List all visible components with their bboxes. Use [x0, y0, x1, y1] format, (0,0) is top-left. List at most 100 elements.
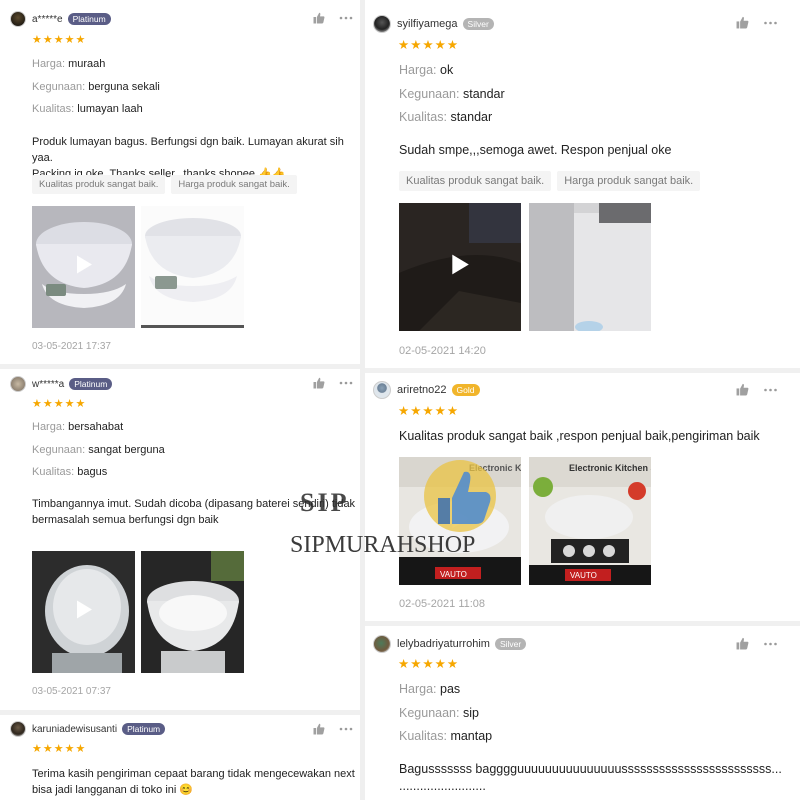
comment-line: Terima kasih pengiriman cepaat barang ti…	[32, 768, 355, 780]
attr-kegunaan: Kegunaan: standar	[399, 87, 505, 101]
star-rating: ★★★★★	[32, 743, 87, 755]
attr-label: Harga:	[32, 58, 66, 70]
username[interactable]: w*****a	[32, 379, 64, 390]
photo-thumbnail[interactable]	[529, 203, 651, 331]
package-photo	[529, 203, 651, 331]
video-thumbnail[interactable]	[32, 206, 135, 328]
attr-label: Kualitas:	[399, 729, 447, 743]
attr-label: Kualitas:	[399, 110, 447, 124]
left-review-column: a*****e Platinum ★★★★★ Harga: muraah Keg…	[0, 0, 360, 800]
review-date: 02-05-2021 14:20	[399, 345, 486, 357]
more-options-icon[interactable]	[339, 727, 353, 731]
avatar[interactable]	[373, 381, 391, 399]
product-box-photo: Electronic Kitchen Scale VAUTO	[529, 457, 651, 585]
attr-kualitas: Kualitas: bagus	[32, 466, 107, 478]
video-thumbnail[interactable]	[32, 551, 135, 673]
membership-badge: Platinum	[69, 377, 113, 391]
username[interactable]: a*****e	[32, 14, 63, 25]
avatar[interactable]	[373, 635, 391, 653]
video-thumbnail[interactable]	[399, 203, 521, 331]
more-options-icon[interactable]	[339, 381, 353, 385]
avatar[interactable]	[10, 11, 26, 27]
play-icon[interactable]	[450, 254, 470, 281]
attr-value: sip	[462, 706, 479, 720]
photo-thumbnail[interactable]: Electronic Kitchen Scale VAUTO	[529, 457, 651, 585]
attr-harga: Harga: ok	[399, 63, 453, 77]
video-thumbnail[interactable]: Electronic Kitchen Scale VAUTO	[399, 457, 521, 585]
tag-chip[interactable]: Harga produk sangat baik.	[171, 175, 297, 194]
play-icon[interactable]	[75, 255, 93, 280]
play-icon[interactable]	[450, 508, 470, 535]
attr-label: Kegunaan:	[399, 87, 460, 101]
avatar[interactable]	[10, 376, 26, 392]
review-header: syilfiyamega Silver	[373, 15, 494, 33]
comment-line: Produk lumayan bagus. Berfungsi dgn baik…	[32, 136, 344, 164]
attr-value: mantap	[450, 729, 493, 743]
membership-badge: Platinum	[67, 12, 111, 26]
attr-value: lumayan laah	[77, 103, 143, 115]
avatar[interactable]	[373, 15, 391, 33]
review-header: lelybadriyaturrohim Silver	[373, 635, 527, 653]
more-options-icon[interactable]	[763, 21, 778, 25]
more-options-icon[interactable]	[763, 388, 778, 392]
review-comment: Sudah smpe,,,semoga awet. Respon penjual…	[399, 143, 672, 157]
attr-kualitas: Kualitas: lumayan laah	[32, 103, 143, 115]
attr-label: Kualitas:	[32, 103, 75, 115]
attr-kegunaan: Kegunaan: sangat berguna	[32, 444, 165, 456]
scale-photo	[141, 206, 244, 325]
review-tags: Kualitas produk sangat baik. Harga produ…	[32, 175, 297, 194]
review-header: karuniadewisusanti Platinum	[10, 721, 166, 737]
thumbs-up-icon[interactable]	[313, 12, 325, 24]
membership-badge: Platinum	[122, 722, 166, 736]
more-options-icon[interactable]	[763, 642, 778, 646]
comment-line: Timbangannya imut. Sudah dicoba (dipasan…	[32, 498, 356, 510]
review-media: Electronic Kitchen Scale VAUTO Electroni…	[399, 457, 651, 585]
thumbs-up-icon[interactable]	[736, 16, 749, 29]
attr-value: bersahabat	[68, 421, 124, 433]
attr-label: Harga:	[32, 421, 66, 433]
review-header: ariretno22 Gold	[373, 381, 480, 399]
username[interactable]: ariretno22	[397, 384, 447, 396]
attr-harga: Harga: muraah	[32, 58, 105, 70]
username[interactable]: syilfiyamega	[397, 18, 458, 30]
attr-value: muraah	[68, 58, 106, 70]
thumbs-up-icon[interactable]	[313, 377, 325, 389]
review-actions	[313, 723, 353, 735]
photo-thumbnail[interactable]	[141, 206, 244, 328]
review-comment: Kualitas produk sangat baik ,respon penj…	[399, 429, 760, 443]
review-actions	[736, 16, 778, 29]
thumbs-up-icon[interactable]	[313, 723, 325, 735]
tag-chip[interactable]: Kualitas produk sangat baik.	[32, 175, 166, 194]
username[interactable]: karuniadewisusanti	[32, 724, 117, 735]
star-rating: ★★★★★	[398, 404, 460, 418]
attr-label: Harga:	[399, 63, 437, 77]
review-tags: Kualitas produk sangat baik. Harga produ…	[399, 171, 701, 191]
scale-photo	[141, 551, 244, 673]
box-label: Electronic Kitchen Scale	[469, 463, 521, 473]
play-icon[interactable]	[75, 600, 93, 625]
review-comment: Terima kasih pengiriman cepaat barang ti…	[32, 766, 357, 798]
photo-thumbnail[interactable]	[141, 551, 244, 673]
review-header: w*****a Platinum	[10, 376, 113, 392]
attr-value: ok	[440, 63, 454, 77]
thumbs-up-icon[interactable]	[736, 637, 749, 650]
review-card: syilfiyamega Silver ★★★★★ Harga: ok Kegu…	[365, 0, 800, 368]
thumbs-up-icon[interactable]	[736, 383, 749, 396]
more-options-icon[interactable]	[339, 16, 353, 20]
attr-harga: Harga: bersahabat	[32, 421, 123, 433]
avatar[interactable]	[10, 721, 26, 737]
membership-badge: Silver	[494, 637, 527, 651]
comment-line: Bagusssssss bagggguuuuuuuuuuuuuuusssssss…	[399, 762, 782, 776]
review-comment: Timbangannya imut. Sudah dicoba (dipasan…	[32, 496, 357, 528]
membership-badge: Silver	[462, 17, 494, 31]
attr-value: bagus	[77, 466, 108, 478]
tag-chip[interactable]: Kualitas produk sangat baik.	[399, 171, 552, 191]
username[interactable]: lelybadriyaturrohim	[397, 638, 490, 650]
attr-label: Kegunaan:	[32, 81, 86, 93]
tag-chip[interactable]: Harga produk sangat baik.	[557, 171, 701, 191]
star-rating: ★★★★★	[398, 38, 460, 52]
attr-kegunaan: Kegunaan: berguna sekali	[32, 81, 160, 93]
review-date: 02-05-2021 11:08	[399, 598, 486, 610]
attr-kualitas: Kualitas: standar	[399, 110, 492, 124]
review-media	[32, 551, 244, 673]
